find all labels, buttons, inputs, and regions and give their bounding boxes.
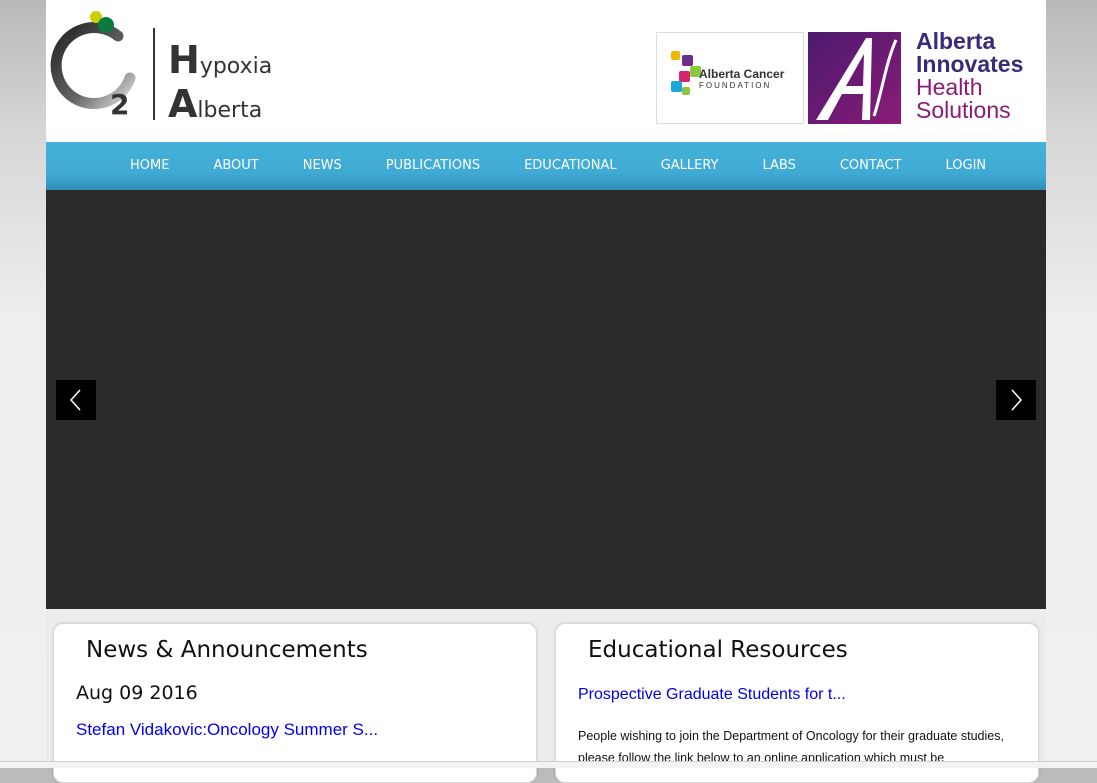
educational-panel: Educational Resources Prospective Gradua… <box>555 623 1039 783</box>
logo-divider <box>153 28 155 120</box>
logo-word-alberta: Alberta <box>168 82 263 126</box>
image-slider <box>46 190 1046 609</box>
news-panel-title: News & Announcements <box>86 637 368 663</box>
nav-item-home[interactable]: HOME <box>130 142 169 190</box>
news-panel: News & Announcements Aug 09 2016 Stefan … <box>53 623 537 783</box>
nav-item-publications[interactable]: PUBLICATIONS <box>386 142 480 190</box>
svg-text:2: 2 <box>110 88 129 121</box>
logo-word-hypoxia: Hypoxia <box>168 38 273 82</box>
nav-item-about[interactable]: ABOUT <box>213 142 258 190</box>
nav-list: HOME ABOUT NEWS PUBLICATIONS EDUCATIONAL… <box>130 142 1030 190</box>
chevron-left-icon <box>69 389 81 411</box>
nav-item-login[interactable]: LOGIN <box>946 142 987 190</box>
o2-logo-icon: 2 <box>50 11 136 121</box>
site-header: 2 Hypoxia Alberta Alberta Cancer FOUNDAT <box>46 0 1046 142</box>
acf-text: Alberta Cancer FOUNDATION <box>699 67 785 91</box>
news-item-link[interactable]: Stefan Vidakovic:Oncology Summer S... <box>76 720 378 740</box>
educational-panel-title: Educational Resources <box>588 637 848 663</box>
alberta-innovates-a-icon <box>808 32 901 124</box>
nav-item-gallery[interactable]: GALLERY <box>661 142 719 190</box>
main-nav: HOME ABOUT NEWS PUBLICATIONS EDUCATIONAL… <box>46 142 1046 190</box>
slider-next-button[interactable] <box>996 380 1036 420</box>
alberta-innovates-text: Alberta Innovates Health Solutions <box>916 28 1024 123</box>
alberta-innovates-logo[interactable]: Alberta Innovates Health Solutions <box>808 28 1040 124</box>
nav-item-labs[interactable]: LABS <box>762 142 795 190</box>
nav-item-contact[interactable]: CONTACT <box>840 142 902 190</box>
slider-prev-button[interactable] <box>56 380 96 420</box>
news-date: Aug 09 2016 <box>76 682 198 704</box>
alberta-cancer-foundation-logo[interactable]: Alberta Cancer FOUNDATION <box>656 32 804 124</box>
educational-item-link[interactable]: Prospective Graduate Students for t... <box>578 686 846 704</box>
page: 2 Hypoxia Alberta Alberta Cancer FOUNDAT <box>46 0 1046 783</box>
hypoxia-alberta-logo[interactable]: 2 Hypoxia Alberta <box>50 8 273 126</box>
nav-item-news[interactable]: NEWS <box>303 142 342 190</box>
nav-item-educational[interactable]: EDUCATIONAL <box>524 142 617 190</box>
chevron-right-icon <box>1011 389 1023 411</box>
